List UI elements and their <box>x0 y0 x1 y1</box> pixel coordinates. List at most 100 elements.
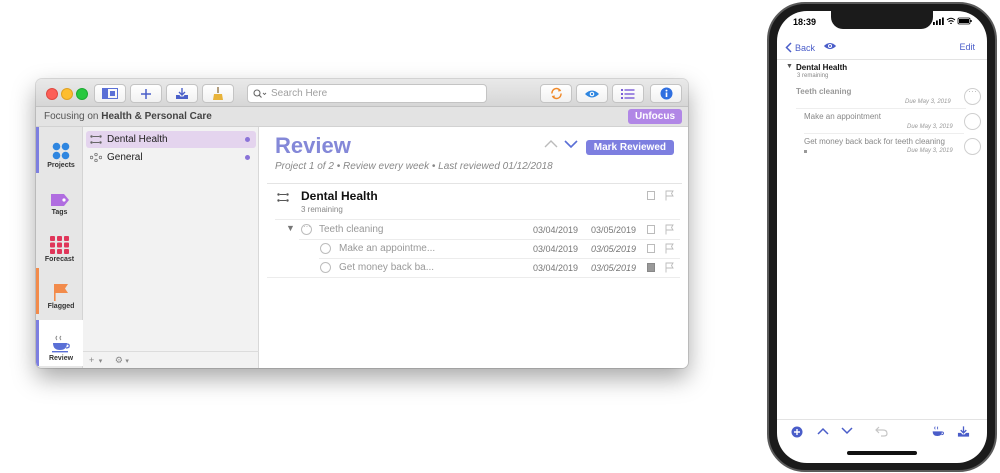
single-actions-icon <box>90 153 102 162</box>
note-icon[interactable] <box>647 191 655 200</box>
task-name[interactable]: Make an appointment <box>804 112 881 121</box>
previous-project-button[interactable] <box>544 139 558 149</box>
gear-button[interactable]: ⚙ <box>115 355 123 365</box>
battery-icon <box>957 17 972 25</box>
defer-date: 03/04/2019 <box>533 225 579 235</box>
chevron-up-icon[interactable] <box>817 426 829 436</box>
toggle-sidebar-button[interactable] <box>94 84 126 103</box>
plus-icon <box>141 88 151 99</box>
due-label: Due May 3, 2019 <box>907 148 953 154</box>
task-row-make-appointment[interactable]: Make an appointme... 03/04/2019 03/05/20… <box>259 240 688 258</box>
close-window-button[interactable] <box>46 88 58 100</box>
list-icon <box>621 88 635 99</box>
next-project-button[interactable] <box>564 139 578 149</box>
disclosure-triangle-icon[interactable]: ▼ <box>286 223 295 233</box>
project-title: Dental Health <box>796 63 848 72</box>
rail-label: Review <box>48 355 74 362</box>
coffee-cup-icon <box>52 335 70 353</box>
eye-icon[interactable] <box>823 41 837 51</box>
omnifocus-window: Focusing on Health & Personal Care Unfoc… <box>36 79 688 368</box>
project-header-row[interactable]: Dental Health 3 remaining <box>259 189 688 219</box>
edit-button[interactable]: Edit <box>959 42 975 52</box>
remaining-count: 3 remaining <box>301 205 343 214</box>
due-label: Due May 3, 2019 <box>905 99 951 105</box>
search-input[interactable] <box>271 88 471 99</box>
eye-icon <box>585 90 599 97</box>
inbox-tray-icon[interactable] <box>957 426 970 438</box>
project-row-dental-health[interactable]: Dental Health <box>86 131 256 148</box>
add-project-button[interactable]: + <box>89 355 94 365</box>
chevron-down-icon[interactable] <box>841 426 853 436</box>
group-status-circle[interactable]: ··· <box>301 222 312 235</box>
tag-icon <box>50 194 69 206</box>
divider <box>267 277 680 278</box>
rail-label: Tags <box>51 209 68 216</box>
task-status-circle[interactable] <box>320 262 331 273</box>
undo-icon[interactable] <box>875 426 888 437</box>
task-status-circle[interactable] <box>320 243 331 254</box>
task-name[interactable]: Get money back back for teeth cleaning <box>804 137 945 146</box>
task-name: Teeth cleaning <box>319 224 384 235</box>
project-list-footer: + ▾ ⚙ ▾ <box>83 351 259 368</box>
add-item-button[interactable] <box>791 426 803 438</box>
divider <box>267 183 682 184</box>
task-status-circle[interactable] <box>964 138 981 155</box>
clean-up-button[interactable] <box>202 84 234 103</box>
review-due-dot <box>245 137 250 142</box>
sync-icon <box>550 87 562 100</box>
review-cup-icon[interactable] <box>931 426 945 438</box>
minimize-window-button[interactable] <box>61 88 73 100</box>
review-subtitle: Project 1 of 2 • Review every week • Las… <box>275 161 553 172</box>
flag-icon <box>54 284 68 301</box>
rail-label: Flagged <box>47 303 75 310</box>
project-icon <box>277 193 289 202</box>
rail-item-review[interactable]: Review <box>36 320 83 366</box>
due-date: 03/05/2019 <box>591 225 637 235</box>
project-title: Dental Health <box>301 189 378 203</box>
sync-button[interactable] <box>540 84 572 103</box>
inspector-button[interactable] <box>650 84 682 103</box>
defer-date: 03/04/2019 <box>533 263 579 273</box>
calendar-grid-icon <box>49 236 69 254</box>
unfocus-button[interactable]: Unfocus <box>628 109 682 124</box>
status-icons <box>933 17 972 25</box>
project-row-general[interactable]: General <box>86 149 256 166</box>
perspectives-button[interactable] <box>612 84 644 103</box>
divider <box>804 133 964 134</box>
flag-outline-icon[interactable] <box>665 262 674 273</box>
status-time: 18:39 <box>793 17 817 27</box>
rail-item-projects[interactable]: Projects <box>36 127 83 173</box>
task-name: Make an appointme... <box>339 243 436 254</box>
search-icon <box>253 88 267 98</box>
divider <box>796 108 966 109</box>
back-button[interactable]: Back <box>785 42 815 53</box>
focus-prefix: Focusing on <box>44 111 99 122</box>
projects-icon <box>52 142 70 160</box>
view-options-button[interactable] <box>576 84 608 103</box>
review-outline: Review Project 1 of 2 • Review every wee… <box>259 127 688 368</box>
search-field[interactable] <box>247 84 487 103</box>
disclosure-triangle-icon[interactable]: ▼ <box>786 63 793 70</box>
zoom-window-button[interactable] <box>76 88 88 100</box>
note-icon[interactable] <box>647 225 655 234</box>
flag-outline-icon[interactable] <box>665 190 674 201</box>
note-icon[interactable] <box>647 244 655 253</box>
focus-bar: Focusing on Health & Personal Care Unfoc… <box>36 107 688 127</box>
rail-item-forecast[interactable]: Forecast <box>36 221 83 267</box>
inbox-button[interactable] <box>166 84 198 103</box>
task-name[interactable]: Teeth cleaning <box>796 87 851 96</box>
group-status-circle[interactable]: ··· <box>964 86 981 105</box>
new-item-button[interactable] <box>130 84 162 103</box>
task-name: Get money back ba... <box>339 262 435 273</box>
mark-reviewed-button[interactable]: Mark Reviewed <box>585 140 674 155</box>
flag-outline-icon[interactable] <box>665 243 674 254</box>
chevron-left-icon <box>785 42 792 53</box>
focus-folder-name: Health & Personal Care <box>101 111 212 122</box>
rail-item-flagged[interactable]: Flagged <box>36 268 83 314</box>
rail-item-tags[interactable]: Tags <box>36 174 83 220</box>
note-filled-icon[interactable] <box>647 263 655 272</box>
task-status-circle[interactable] <box>964 113 981 130</box>
flag-outline-icon[interactable] <box>665 224 674 235</box>
task-row-teeth-cleaning[interactable]: ▼ ··· Teeth cleaning 03/04/2019 03/05/20… <box>259 221 688 239</box>
task-row-get-money-back[interactable]: Get money back ba... 03/04/2019 03/05/20… <box>259 259 688 277</box>
